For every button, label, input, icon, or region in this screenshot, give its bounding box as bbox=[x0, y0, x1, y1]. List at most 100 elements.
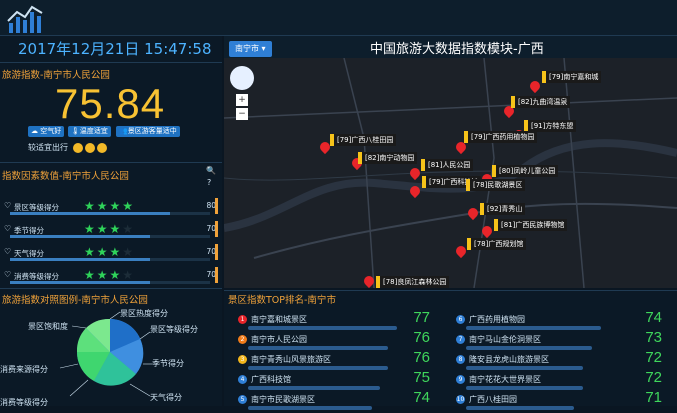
ranking-row[interactable]: 4 广西科技馆 75 bbox=[238, 369, 430, 393]
rank-badge: 10 bbox=[456, 395, 465, 404]
factor-bar bbox=[10, 212, 210, 215]
city-select[interactable]: 南宁市 ▾ bbox=[229, 41, 272, 57]
factor-marker bbox=[215, 244, 218, 260]
ranking-score: 74 bbox=[413, 389, 430, 406]
ranking-name: 南宁马山金伦洞景区 bbox=[469, 335, 541, 344]
ranking-bar bbox=[248, 366, 388, 370]
map-poi-label[interactable]: [82]南宁动物园 bbox=[358, 152, 418, 164]
factor-row: ♡ 景区等级得分 ★★★★ 80 bbox=[4, 198, 218, 218]
temperature-tag: 🌡温度适宜 bbox=[68, 126, 111, 137]
radar-label: 天气得分 bbox=[150, 392, 182, 402]
radar-label: 景区饱和度 bbox=[28, 321, 68, 331]
factor-marker bbox=[215, 198, 218, 214]
ranking-bar bbox=[466, 406, 574, 410]
ranking-row[interactable]: 6 广西药用植物园 74 bbox=[456, 309, 662, 333]
rank-badge: 3 bbox=[238, 355, 247, 364]
map-poi-label[interactable]: [82]九曲湾温泉 bbox=[511, 96, 571, 108]
map-poi-label[interactable]: [78]良凤江森林公园 bbox=[376, 276, 450, 288]
zoom-out-button[interactable]: − bbox=[236, 108, 248, 120]
rank-badge: 7 bbox=[456, 335, 465, 344]
ranking-row[interactable]: 10 广西八桂田园 71 bbox=[456, 389, 662, 413]
divider bbox=[0, 288, 222, 289]
ranking-name: 南宁市人民公园 bbox=[251, 335, 307, 344]
zoom-in-button[interactable]: + bbox=[236, 94, 248, 106]
ranking-bar bbox=[466, 366, 583, 370]
map-poi-label[interactable]: [81]人民公园 bbox=[421, 159, 474, 171]
radar-chart: 景区热度得分 景区等级得分 季节得分 天气得分 消费等级得分 消费来源得分 景区… bbox=[0, 308, 198, 406]
rank-badge: 4 bbox=[238, 375, 247, 384]
ranking-bar bbox=[248, 346, 388, 350]
ranking-row[interactable]: 5 南宁市民歌湖景区 74 bbox=[238, 389, 430, 413]
search-icon[interactable]: 🔍 bbox=[206, 166, 216, 175]
index-panel-title: 旅游指数-南宁市人民公园 bbox=[2, 70, 110, 81]
temperature-tag-label: 温度适宜 bbox=[79, 127, 108, 135]
map-poi-label[interactable]: [81]广西民族博物馆 bbox=[494, 219, 568, 231]
radar-label: 景区热度得分 bbox=[120, 308, 168, 318]
map-canvas[interactable]: + − [79]南宁嘉和城 [82]九曲湾温泉 [91]方特东盟 [79]广西药… bbox=[224, 58, 677, 288]
rank-badge: 9 bbox=[456, 375, 465, 384]
map-poi-label[interactable]: [79]南宁嘉和城 bbox=[542, 71, 602, 83]
heart-icon: ♡ bbox=[4, 247, 12, 256]
map-poi-label[interactable]: [80]凤岭儿童公园 bbox=[492, 165, 559, 177]
factor-bar bbox=[10, 258, 210, 261]
ranking-name: 广西科技馆 bbox=[251, 375, 291, 384]
ranking-name: 南宁嘉和城景区 bbox=[251, 315, 307, 324]
ranking-name: 南宁青秀山风景旅游区 bbox=[251, 355, 331, 364]
factor-row: ♡ 天气得分 ★★★★ 70 bbox=[4, 244, 218, 264]
factor-row: ♡ 消费等级得分 ★★★★ 70 bbox=[4, 267, 218, 287]
ranking-title: 景区指数TOP排名-南宁市 bbox=[228, 295, 336, 306]
map-roads bbox=[224, 58, 677, 288]
radar-label: 季节得分 bbox=[152, 358, 184, 368]
map-poi-label[interactable]: [78]民歌湖景区 bbox=[466, 179, 526, 191]
smile-icon bbox=[96, 142, 107, 153]
air-good-tag: ☁ 空气好 bbox=[28, 126, 65, 137]
air-tag-label: 空气好 bbox=[40, 127, 62, 135]
ranking-score: 74 bbox=[645, 309, 662, 326]
radar-label: 景区等级得分 bbox=[150, 324, 198, 334]
ranking-score: 75 bbox=[413, 369, 430, 386]
star-rating: ★★★★ bbox=[84, 222, 136, 236]
ranking-score: 73 bbox=[645, 329, 662, 346]
ranking-name: 隆安县龙虎山旅游景区 bbox=[469, 355, 549, 364]
map-poi-label[interactable]: [92]青秀山 bbox=[480, 203, 526, 215]
visitor-tag-label: 景区游客量适中 bbox=[127, 127, 177, 135]
map-poi-label[interactable]: [78]广西规划馆 bbox=[467, 238, 527, 250]
star-rating: ★★★★ bbox=[84, 245, 136, 259]
ranking-row[interactable]: 9 南宁花花大世界景区 72 bbox=[456, 369, 662, 393]
ranking-row[interactable]: 8 隆安县龙虎山旅游景区 72 bbox=[456, 349, 662, 373]
ranking-name: 南宁市民歌湖景区 bbox=[251, 395, 315, 404]
radar-label: 消费等级得分 bbox=[0, 397, 48, 406]
ranking-row[interactable]: 3 南宁青秀山风景旅游区 76 bbox=[238, 349, 430, 373]
heart-icon: ♡ bbox=[4, 224, 12, 233]
radar-label: 消费来源得分 bbox=[0, 364, 48, 374]
locate-icon[interactable] bbox=[230, 66, 254, 90]
datetime-display: 2017年12月21日 15:47:58 bbox=[18, 40, 212, 58]
ranking-name: 广西八桂田园 bbox=[469, 395, 517, 404]
factor-panel-title: 指数因素数值-南宁市人民公园 bbox=[2, 171, 129, 182]
ranking-score: 72 bbox=[645, 369, 662, 386]
ranking-score: 76 bbox=[413, 329, 430, 346]
ranking-bar bbox=[248, 406, 372, 410]
map-poi-label[interactable]: [79]广西药用植物园 bbox=[464, 131, 538, 143]
factor-marker bbox=[215, 267, 218, 283]
ranking-row[interactable]: 7 南宁马山金伦洞景区 73 bbox=[456, 329, 662, 353]
trip-advice-label: 较适宜出行 bbox=[28, 143, 68, 152]
ranking-bar bbox=[248, 386, 380, 390]
ranking-bar bbox=[466, 346, 592, 350]
ranking-row[interactable]: 1 南宁嘉和城景区 77 bbox=[238, 309, 430, 333]
star-rating: ★★★★ bbox=[84, 199, 136, 213]
help-icon[interactable]: ? bbox=[207, 178, 211, 187]
ranking-score: 71 bbox=[645, 389, 662, 406]
map-poi-label[interactable]: [79]广西八桂田园 bbox=[330, 134, 397, 146]
factor-bar bbox=[10, 235, 210, 238]
ranking-row[interactable]: 2 南宁市人民公园 76 bbox=[238, 329, 430, 353]
rank-badge: 8 bbox=[456, 355, 465, 364]
map-title: 中国旅游大数据指数模块-广西 bbox=[370, 42, 544, 57]
ranking-score: 72 bbox=[645, 349, 662, 366]
ranking-bar bbox=[466, 386, 583, 390]
smile-icon bbox=[84, 142, 95, 153]
rank-badge: 6 bbox=[456, 315, 465, 324]
ranking-name: 广西药用植物园 bbox=[469, 315, 525, 324]
city-label: 南宁市 bbox=[235, 44, 259, 53]
rank-badge: 2 bbox=[238, 335, 247, 344]
